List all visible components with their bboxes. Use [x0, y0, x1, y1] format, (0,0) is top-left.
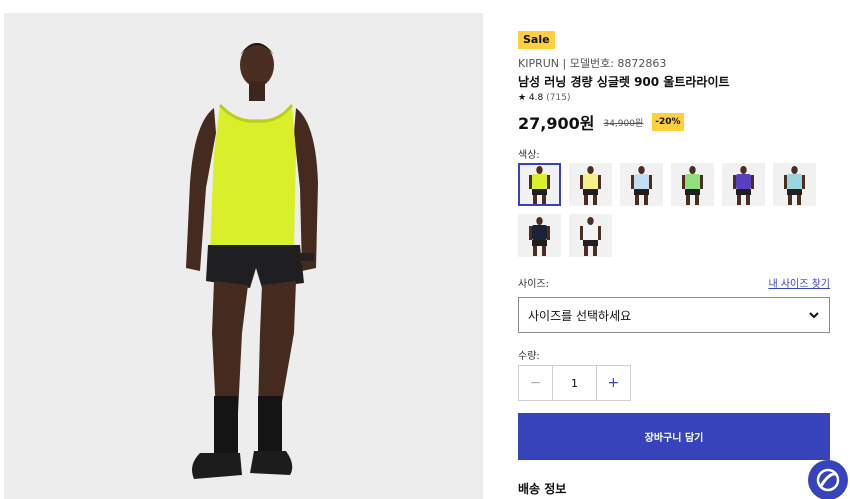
- discount-badge: -20%: [652, 113, 684, 131]
- original-price: 34,900원: [603, 118, 644, 129]
- add-to-cart-button[interactable]: 장바구니 담기: [518, 413, 830, 460]
- quantity-value[interactable]: 1: [552, 366, 597, 400]
- increase-quantity-button[interactable]: +: [597, 366, 630, 400]
- review-count: (715): [546, 93, 571, 103]
- swatch-thumbnail: [569, 163, 612, 206]
- color-swatch-purple[interactable]: [722, 163, 765, 206]
- decrease-quantity-button[interactable]: −: [519, 366, 552, 400]
- quantity-stepper: − 1 +: [518, 365, 631, 401]
- runner-illustration: [4, 13, 483, 499]
- size-select[interactable]: 사이즈를 선택하세요: [518, 297, 830, 333]
- color-swatch-green[interactable]: [671, 163, 714, 206]
- swatch-thumbnail: [518, 214, 561, 257]
- rating[interactable]: ★ 4.8 (715): [518, 93, 570, 103]
- size-guide-link[interactable]: 내 사이즈 찾기: [768, 275, 830, 290]
- chat-support-button[interactable]: [808, 460, 848, 499]
- swatch-thumbnail: [722, 163, 765, 206]
- current-price: 27,900원: [518, 114, 595, 133]
- color-label: 색상:: [518, 150, 540, 161]
- swatch-thumbnail: [569, 214, 612, 257]
- color-swatch-light-blue[interactable]: [620, 163, 663, 206]
- product-info-panel: Sale KIPRUN | 모델번호: 8872863 남성 러닝 경량 싱글렛…: [518, 0, 830, 499]
- swatch-thumbnail: [620, 163, 663, 206]
- chevron-down-icon: [809, 312, 819, 319]
- color-swatch-navy[interactable]: [518, 214, 561, 257]
- product-title: 남성 러닝 경량 싱글렛 900 울트라라이트: [518, 75, 730, 89]
- swatch-thumbnail: [518, 163, 561, 206]
- color-swatch-aqua[interactable]: [773, 163, 816, 206]
- color-swatch-lime[interactable]: [518, 163, 561, 206]
- color-swatch-white[interactable]: [569, 214, 612, 257]
- price-row: 27,900원 34,900원 -20%: [518, 110, 684, 134]
- swatch-thumbnail: [671, 163, 714, 206]
- shipping-info-heading: 배송 정보: [518, 482, 567, 496]
- product-image[interactable]: [4, 13, 483, 499]
- brand-model-number: KIPRUN | 모델번호: 8872863: [518, 57, 667, 70]
- quantity-label: 수량:: [518, 351, 540, 362]
- size-select-value: 사이즈를 선택하세요: [528, 308, 632, 323]
- swatch-thumbnail: [773, 163, 816, 206]
- sale-badge: Sale: [518, 31, 555, 49]
- chat-logo-icon: [816, 468, 840, 492]
- rating-score: ★ 4.8: [518, 93, 544, 103]
- color-swatch-pale-yellow[interactable]: [569, 163, 612, 206]
- size-label: 사이즈:: [518, 279, 549, 290]
